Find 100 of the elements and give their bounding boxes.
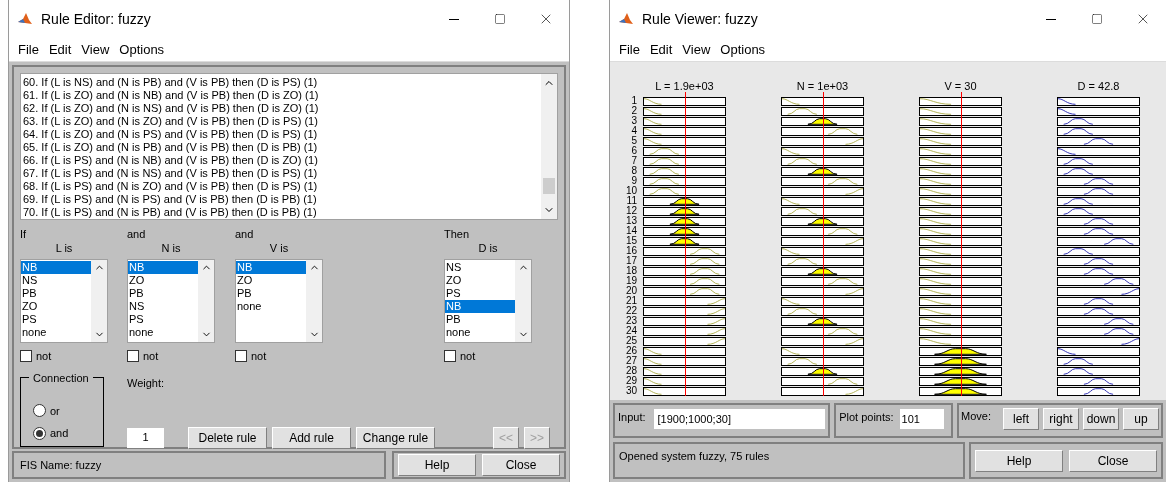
rule-item[interactable]: 67. If (L is PS) and (N is NS) and (V is PB) then (D is PS) (1) xyxy=(23,167,541,180)
variable-title: L = 1.9e+03 xyxy=(654,80,715,93)
list-item[interactable]: PB xyxy=(21,287,91,300)
rule-number: 17 xyxy=(624,256,637,266)
list-item[interactable]: NS xyxy=(128,300,198,313)
rule-list[interactable] xyxy=(20,73,558,220)
minimize-icon xyxy=(449,18,459,20)
list-item[interactable]: none xyxy=(445,326,515,339)
option-list[interactable]: NB ZO PB NS PS none xyxy=(127,259,215,343)
list-item[interactable]: PB xyxy=(128,287,198,300)
rule-number: 9 xyxy=(630,176,637,186)
checkbox-label: not xyxy=(460,349,476,364)
move-button[interactable]: right xyxy=(1043,408,1079,430)
action-button[interactable]: Change rule xyxy=(356,426,435,449)
rule-item[interactable]: 61. If (L is ZO) and (N is NB) and (V is PB) then (D is ZO) (1) xyxy=(23,89,541,102)
minimize-icon xyxy=(1046,18,1056,20)
radio-button[interactable] xyxy=(33,404,46,418)
weight-field[interactable]: 1 xyxy=(127,427,164,448)
not-checkbox[interactable] xyxy=(20,350,32,363)
rule-number: 14 xyxy=(624,226,637,236)
radio-label: or xyxy=(50,403,60,419)
scrollbar-thumb[interactable] xyxy=(543,178,555,194)
option-list[interactable]: NS ZO PS NB PB none xyxy=(444,259,532,343)
input-marker-line[interactable] xyxy=(684,92,686,396)
menu-item[interactable]: Options xyxy=(114,39,170,60)
rule-item[interactable]: 60. If (L is NS) and (N is PB) and (V is PB) then (D is PS) (1) xyxy=(23,76,541,89)
menu-item[interactable]: File xyxy=(614,39,645,60)
connective-label: and xyxy=(235,228,254,241)
connective-label: If xyxy=(20,228,27,241)
plot-points-field[interactable]: 101 xyxy=(899,409,944,429)
rule-number: 21 xyxy=(624,296,637,306)
rule-number: 16 xyxy=(624,246,637,256)
dialog-button[interactable]: Close xyxy=(1069,449,1157,472)
rule-number: 13 xyxy=(624,216,637,226)
move-button[interactable]: down xyxy=(1083,408,1119,430)
rule-number: 4 xyxy=(630,126,637,136)
rule-item[interactable]: 65. If (L is ZO) and (N is PB) and (V is PB) then (D is PB) (1) xyxy=(23,141,541,154)
input-marker-line[interactable] xyxy=(960,92,962,396)
list-item[interactable]: PB xyxy=(236,287,306,300)
not-checkbox[interactable] xyxy=(444,350,456,363)
rule-number: 5 xyxy=(630,136,637,146)
connective-label: Then xyxy=(444,228,470,241)
list-item[interactable]: none xyxy=(236,300,306,313)
list-item[interactable]: ZO xyxy=(236,274,306,287)
menu-item[interactable]: Edit xyxy=(644,39,678,60)
rule-item[interactable]: 68. If (L is PS) and (N is ZO) and (V is PB) then (D is PS) (1) xyxy=(23,180,541,193)
maximize-icon xyxy=(1091,13,1103,25)
list-item[interactable]: NS xyxy=(445,261,515,274)
input-field[interactable]: [1900;1000;30] xyxy=(653,409,826,429)
rule-item[interactable]: 64. If (L is ZO) and (N is PS) and (V is PB) then (D is PS) (1) xyxy=(23,128,541,141)
action-button[interactable]: Add rule xyxy=(272,426,351,449)
list-item[interactable]: NB xyxy=(21,261,91,274)
option-list[interactable]: NB NS PB ZO PS none xyxy=(20,259,108,343)
rule-number: 27 xyxy=(624,356,637,366)
checkbox-label: not xyxy=(36,349,52,364)
list-item[interactable]: NB xyxy=(445,300,515,313)
rule-number: 7 xyxy=(630,156,637,166)
move-button[interactable]: left xyxy=(1003,408,1039,430)
variable-title: D = 42.8 xyxy=(1076,80,1121,93)
move-button[interactable]: up xyxy=(1123,408,1159,430)
not-checkbox[interactable] xyxy=(127,350,139,363)
rule-item[interactable]: 66. If (L is PS) and (N is NB) and (V is PB) then (D is ZO) (1) xyxy=(23,154,541,167)
list-item[interactable]: none xyxy=(128,326,198,339)
rule-number: 8 xyxy=(630,166,637,176)
rule-item[interactable]: 62. If (L is ZO) and (N is NS) and (V is PB) then (D is ZO) (1) xyxy=(23,102,541,115)
list-item[interactable]: PB xyxy=(445,313,515,326)
list-item[interactable]: PS xyxy=(445,287,515,300)
menu-item[interactable]: View xyxy=(76,39,115,60)
variable-label: N is xyxy=(160,241,182,256)
list-item[interactable]: NB xyxy=(236,261,306,274)
rule-item[interactable]: 69. If (L is PS) and (N is PS) and (V is PB) then (D is PB) (1) xyxy=(23,193,541,206)
not-checkbox[interactable] xyxy=(235,350,247,363)
list-item[interactable]: PS xyxy=(21,313,91,326)
menu-item[interactable]: Options xyxy=(715,39,771,60)
input-marker-line[interactable] xyxy=(822,92,824,396)
rule-item[interactable]: 63. If (L is ZO) and (N is ZO) and (V is PB) then (D is PS) (1) xyxy=(23,115,541,128)
list-item[interactable]: PS xyxy=(128,313,198,326)
radio-button[interactable] xyxy=(33,426,46,440)
list-item[interactable]: ZO xyxy=(128,274,198,287)
list-item[interactable]: ZO xyxy=(445,274,515,287)
rule-number: 10 xyxy=(624,186,637,196)
variable-label: V is xyxy=(268,241,290,256)
action-button[interactable]: Delete rule xyxy=(188,426,267,449)
list-item[interactable]: NB xyxy=(128,261,198,274)
dialog-button[interactable]: Help xyxy=(975,449,1063,472)
status-panel: Opened system fuzzy, 75 rules xyxy=(613,442,965,479)
list-item[interactable]: none xyxy=(21,326,91,339)
rule-number: 24 xyxy=(624,326,637,336)
menu-item[interactable]: View xyxy=(677,39,716,60)
list-item[interactable]: NS xyxy=(21,274,91,287)
menu-item[interactable]: Edit xyxy=(43,39,77,60)
weight-label: Weight: xyxy=(127,375,166,391)
rule-number: 28 xyxy=(624,366,637,376)
dialog-button[interactable]: Help xyxy=(398,454,476,476)
list-item[interactable]: ZO xyxy=(21,300,91,313)
option-list[interactable]: NB ZO PB none xyxy=(235,259,323,343)
dialog-button[interactable]: Close xyxy=(482,454,560,476)
rule-number: 12 xyxy=(624,206,637,216)
menu-item[interactable]: File xyxy=(13,39,44,60)
rule-item[interactable]: 70. If (L is PS) and (N is PB) and (V is PB) then (D is PB) (1) xyxy=(23,206,541,219)
